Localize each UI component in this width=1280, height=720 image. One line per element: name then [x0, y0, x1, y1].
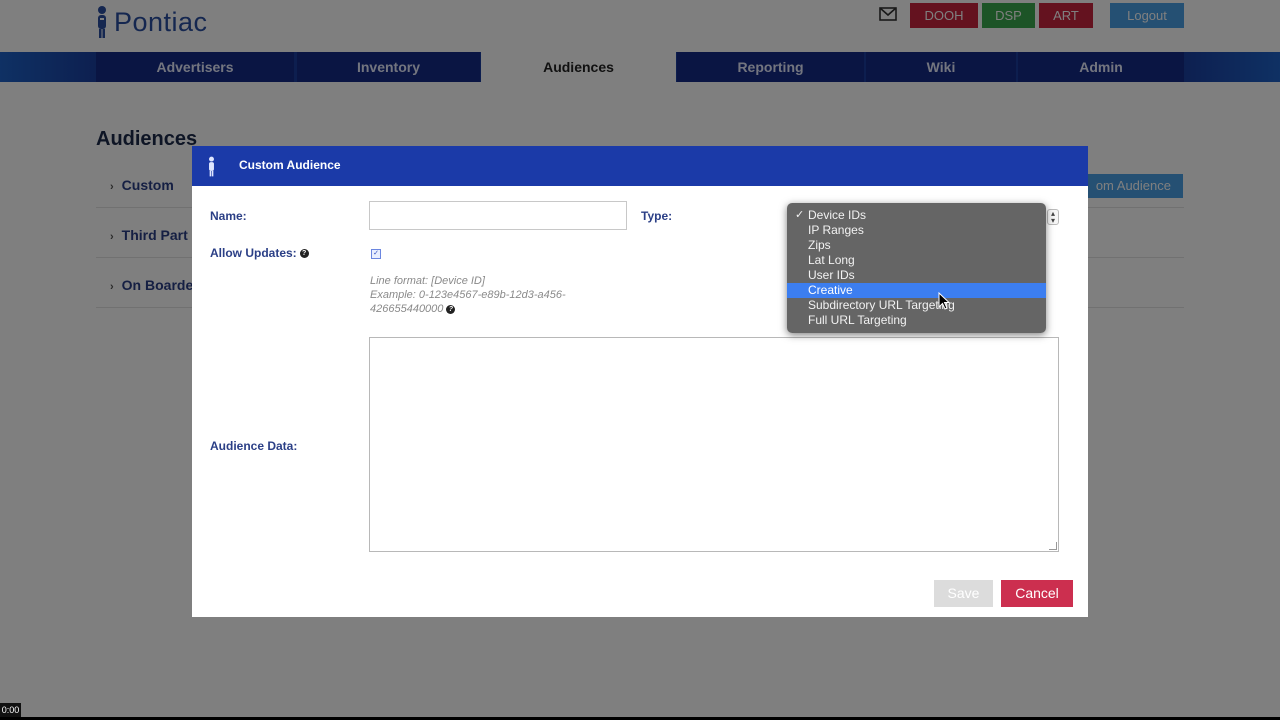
allow-updates-text: Allow Updates:	[210, 246, 297, 260]
resize-handle-icon[interactable]	[1049, 542, 1057, 550]
type-option-subdirectory-url[interactable]: Subdirectory URL Targeting	[787, 298, 1046, 313]
app-page: Pontiac DOOH DSP ART Logout Advertisers …	[0, 0, 1280, 717]
name-input[interactable]	[369, 201, 627, 230]
allow-updates-checkbox[interactable]: ✓	[371, 249, 381, 259]
option-label: Subdirectory URL Targeting	[808, 298, 955, 312]
hint-line: 426655440000	[370, 303, 444, 315]
cancel-button[interactable]: Cancel	[1001, 580, 1073, 607]
option-label: Device IDs	[808, 208, 867, 222]
option-label: Zips	[808, 238, 831, 252]
name-label: Name:	[210, 209, 247, 223]
option-label: User IDs	[808, 268, 855, 282]
type-dropdown-list: ✓ Device IDs IP Ranges Zips Lat Long User…	[787, 203, 1046, 333]
allow-updates-label: Allow Updates:?	[210, 246, 309, 260]
type-label: Type:	[641, 209, 673, 223]
logo-figure-icon	[209, 156, 214, 177]
type-option-ip-ranges[interactable]: IP Ranges	[787, 223, 1046, 238]
hint-line-wrap: 426655440000?	[370, 302, 610, 316]
audience-data-textarea[interactable]	[369, 337, 1059, 552]
type-option-creative[interactable]: Creative	[787, 283, 1046, 298]
type-option-full-url[interactable]: Full URL Targeting	[787, 313, 1046, 328]
audience-data-label: Audience Data:	[210, 439, 298, 453]
option-label: Lat Long	[808, 253, 855, 267]
type-option-zips[interactable]: Zips	[787, 238, 1046, 253]
mouse-cursor-icon	[938, 292, 950, 310]
option-label: Full URL Targeting	[808, 313, 907, 327]
hint-line: Line format: [Device ID]	[370, 275, 485, 287]
type-option-lat-long[interactable]: Lat Long	[787, 253, 1046, 268]
hint-line: Example: 0-123e4567-e89b-12d3-a456-	[370, 289, 566, 301]
select-arrows-icon[interactable]: ▴ ▾	[1047, 209, 1059, 225]
modal-title: Custom Audience	[239, 158, 341, 172]
info-icon[interactable]: ?	[446, 304, 456, 314]
checkmark-icon: ✓	[795, 209, 805, 221]
type-option-user-ids[interactable]: User IDs	[787, 268, 1046, 283]
info-icon[interactable]: ?	[299, 249, 309, 259]
video-timestamp: 0:00	[0, 703, 21, 717]
line-format-hint: Line format: [Device ID] Example: 0-123e…	[370, 274, 610, 316]
save-button[interactable]: Save	[934, 580, 993, 607]
type-option-device-ids[interactable]: ✓ Device IDs	[787, 208, 1046, 223]
modal-header: Custom Audience	[192, 146, 1088, 186]
option-label: Creative	[808, 283, 853, 297]
option-label: IP Ranges	[808, 223, 864, 237]
